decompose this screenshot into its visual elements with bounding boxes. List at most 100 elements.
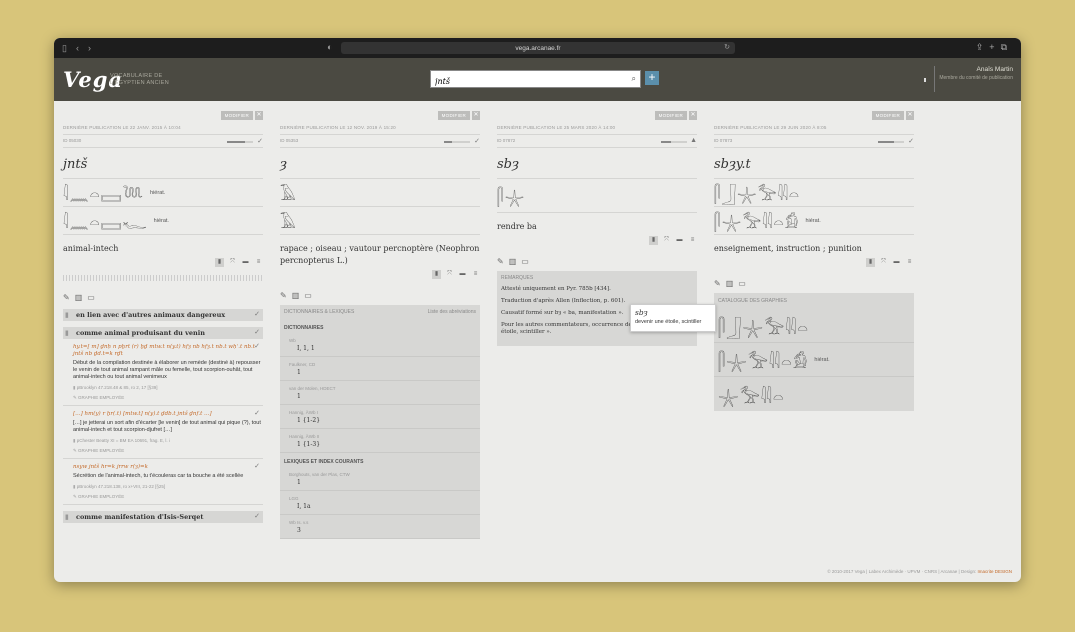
browser-toolbar: ▯ ‹ › ◐ vega.arcanae.fr ↻ ⇪+⧉ xyxy=(54,38,1021,58)
example-source[interactable]: pBrooklyn 47.218.48 & 85, ro 2, 17 [§39] xyxy=(73,385,263,391)
view-toggle: ▮ ⤧ ▬ ≡ xyxy=(280,270,480,279)
graphie-label: GRAPHIE EMPLOYÉE xyxy=(78,448,125,453)
check-icon: ✓ xyxy=(254,343,260,350)
dictionary-ref: Hannig, ÄWb I1 {1-2} xyxy=(280,405,480,429)
graphie-icon[interactable]: ✎ xyxy=(63,293,70,302)
graphie-icon[interactable]: ✎ xyxy=(280,291,287,300)
entry-card-a: MODIFIER ✕ DERNIÈRE PUBLICATION LE 12 NO… xyxy=(280,111,480,539)
forward-icon[interactable]: › xyxy=(88,43,91,53)
browser-window: ▯ ‹ › ◐ vega.arcanae.fr ↻ ⇪+⧉ Vega VOCAB… xyxy=(54,38,1021,582)
view-expand-icon[interactable]: ⤧ xyxy=(879,258,888,267)
view-compact-icon[interactable]: ▬ xyxy=(675,236,684,245)
main-content: MODIFIER ✕ DERNIÈRE PUBLICATION LE 22 JA… xyxy=(54,101,1021,582)
lexicon-ref: Wb Is. v.s 3 xyxy=(280,515,480,539)
transliteration: hy.t=[ m] ḏnḥ n pḫrt (r) ḫḏ mtw.t n(y.t)… xyxy=(73,344,255,357)
sidebar-toggle-icon[interactable]: ▯ xyxy=(62,43,67,54)
meaning-section[interactable]: ▮ en lien avec d'autres animaux dangereux… xyxy=(63,309,263,321)
add-button[interactable]: + xyxy=(645,71,659,85)
graphie-link[interactable]: ✎ GRAPHIE EMPLOYÉE xyxy=(73,448,263,454)
view-expand-icon[interactable]: ⤧ xyxy=(662,236,671,245)
meaning-section[interactable]: ▮ comme animal produisant du venin ✓ xyxy=(63,327,263,339)
view-compact-icon[interactable]: ▬ xyxy=(241,258,250,267)
hieroglyph-row: 𓋴𓇼𓅡𓇌𓏏𓀁 hiérat. xyxy=(714,207,914,235)
view-expand-icon[interactable]: ⤧ xyxy=(228,258,237,267)
close-icon[interactable]: ✕ xyxy=(906,111,914,120)
dictionary-value: I, 1, 1 xyxy=(280,343,480,357)
script-label: hiérat. xyxy=(153,217,169,224)
comment-icon[interactable]: ▭ xyxy=(87,293,95,302)
tooltip-title: sbȝ xyxy=(635,308,648,317)
dictionary-icon[interactable]: ▥ xyxy=(75,293,83,302)
meaning-section[interactable]: ▮ comme manifestation d'Isis-Serqet ✓ xyxy=(63,511,263,523)
view-lines-icon[interactable]: ≡ xyxy=(688,236,697,245)
view-toggle: ▮ ⤧ ▬ ≡ xyxy=(497,236,697,245)
transliteration: […] hm(y) r ḫr(.t) [mtw.t] n(y).t ḏdb.t … xyxy=(73,411,212,417)
abbreviations-link[interactable]: Liste des abréviations xyxy=(428,309,476,315)
user-info[interactable]: Anaïs Martin Membre du comité de publica… xyxy=(939,66,1013,81)
progress-fill xyxy=(878,141,894,143)
search-input[interactable] xyxy=(431,73,611,90)
example-item[interactable]: ✓ […] hm(y) r ḫr(.t) [mtw.t] n(y).t ḏdb.… xyxy=(63,406,263,459)
search-icon[interactable]: ⌕ xyxy=(632,74,636,84)
view-lines-icon[interactable]: ≡ xyxy=(905,258,914,267)
view-list-icon[interactable]: ▮ xyxy=(215,258,224,267)
design-credit[interactable]: Imacrite DESIGN xyxy=(977,569,1012,574)
dictionary-icon[interactable]: ▥ xyxy=(509,257,517,266)
close-icon[interactable]: ✕ xyxy=(689,111,697,120)
back-icon[interactable]: ‹ xyxy=(76,43,79,53)
comment-icon[interactable]: ▭ xyxy=(738,279,746,288)
close-icon[interactable]: ✕ xyxy=(255,111,263,120)
example-source[interactable]: pBrooklyn 47.218.138, ro x+VIII, 21-22 [… xyxy=(73,484,263,490)
comment-icon[interactable]: ▭ xyxy=(521,257,529,266)
lemma-title: jntš xyxy=(63,157,263,179)
close-icon[interactable]: ✕ xyxy=(472,111,480,120)
view-list-icon[interactable]: ▮ xyxy=(866,258,875,267)
shield-icon[interactable]: ◐ xyxy=(327,42,332,52)
view-compact-icon[interactable]: ▬ xyxy=(892,258,901,267)
dictionary-icon[interactable]: ▥ xyxy=(292,291,300,300)
hieroglyph-row: 𓋴𓃀𓇼𓅡𓇌𓏏 xyxy=(714,179,914,207)
lexicon-ref: Borghouts, van der Plas, CTW 1 xyxy=(280,467,480,491)
example-source[interactable]: pChester Beatty XI = BM EA 10691, frag. … xyxy=(73,438,263,444)
publication-date: DERNIÈRE PUBLICATION LE 25 MARS 2020 À 1… xyxy=(497,125,697,135)
view-compact-icon[interactable]: ▬ xyxy=(458,270,467,279)
modify-button[interactable]: MODIFIER xyxy=(654,111,687,120)
translation: rapace ; oiseau ; vautour percnoptère (N… xyxy=(280,244,480,265)
entry-toolbar: ✎ ▥ ▭ xyxy=(280,289,480,301)
graphie-row[interactable]: 𓋴𓇼𓅡𓇌𓏏𓀁 hiérat. xyxy=(714,343,914,377)
comment-icon[interactable]: ▭ xyxy=(304,291,312,300)
graphie-icon[interactable]: ✎ xyxy=(497,257,504,266)
graphie-row[interactable]: 𓋴𓃀𓇼𓅡𓇌𓏏 xyxy=(714,309,914,343)
address-bar[interactable]: vega.arcanae.fr ↻ xyxy=(341,42,735,54)
modify-button[interactable]: MODIFIER xyxy=(871,111,904,120)
graphie-row[interactable]: 𓇼𓅡𓇌𓏏 xyxy=(714,377,914,411)
check-icon: ✓ xyxy=(474,138,480,145)
attestation-timeline[interactable] xyxy=(63,275,263,281)
dictionary-value: 1 xyxy=(280,391,480,405)
browser-actions-icon[interactable]: ⇪+⧉ xyxy=(976,42,1013,53)
view-expand-icon[interactable]: ⤧ xyxy=(445,270,454,279)
entry-id: ID 07872 xyxy=(497,138,516,143)
view-lines-icon[interactable]: ≡ xyxy=(471,270,480,279)
check-icon: ✓ xyxy=(254,463,260,470)
entry-id: ID 05030 xyxy=(63,138,82,143)
example-item[interactable]: ✓ hy.t=[ m] ḏnḥ n pḫrt (r) ḫḏ mtw.t n(y.… xyxy=(63,339,263,406)
modify-button[interactable]: MODIFIER xyxy=(220,111,253,120)
reload-icon[interactable]: ↻ xyxy=(724,43,730,51)
view-list-icon[interactable]: ▮ xyxy=(432,270,441,279)
warning-icon: ▲ xyxy=(690,137,697,144)
lemma-title: ȝ xyxy=(280,157,480,179)
dictionary-name: Hannig, ÄWb II xyxy=(289,434,320,439)
graphie-link[interactable]: ✎ GRAPHIE EMPLOYÉE xyxy=(73,395,263,401)
graphie-link[interactable]: ✎ GRAPHIE EMPLOYÉE xyxy=(73,494,263,500)
example-item[interactable]: ✓ nsyw jntš hr=k jrrw r(ȝ)=k Sécrétion d… xyxy=(63,459,263,505)
modify-button[interactable]: MODIFIER xyxy=(437,111,470,120)
view-list-icon[interactable]: ▮ xyxy=(649,236,658,245)
entry-toolbar: ✎ ▥ ▭ xyxy=(497,255,697,267)
lemma-title: sbȝ xyxy=(497,157,697,179)
lexicon-value: 1 xyxy=(280,477,480,491)
graphie-icon[interactable]: ✎ xyxy=(714,279,721,288)
view-lines-icon[interactable]: ≡ xyxy=(254,258,263,267)
dictionary-icon[interactable]: ▥ xyxy=(726,279,734,288)
section-label: en lien avec d'autres animaux dangereux xyxy=(76,311,226,319)
